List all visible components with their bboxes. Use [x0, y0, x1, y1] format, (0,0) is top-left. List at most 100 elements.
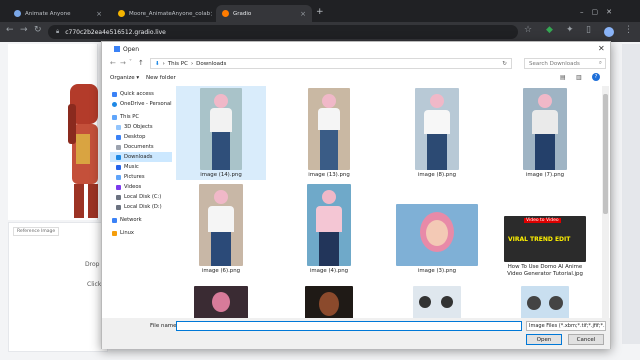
- refresh-icon[interactable]: ↻: [502, 61, 507, 67]
- tab-gradio[interactable]: Gradio ×: [216, 5, 312, 22]
- breadcrumb-downloads[interactable]: Downloads: [196, 61, 226, 67]
- file-item[interactable]: image (14).png: [176, 86, 266, 180]
- menu-icon[interactable]: ⋮: [624, 25, 633, 35]
- new-tab-button[interactable]: +: [316, 7, 326, 17]
- cancel-button[interactable]: Cancel: [568, 334, 604, 345]
- dialog-title: Open: [123, 45, 140, 53]
- thumb-viral-label: VIRAL TREND EDIT: [508, 236, 571, 243]
- file-item[interactable]: [284, 282, 374, 318]
- file-item[interactable]: image (13).png: [284, 86, 374, 179]
- close-icon[interactable]: ×: [96, 10, 102, 18]
- nav-music[interactable]: Music: [110, 162, 172, 172]
- file-thumbnail: [194, 286, 248, 318]
- file-grid: image (14).png image (13).png image (8).…: [174, 86, 602, 318]
- close-icon[interactable]: ×: [210, 10, 212, 18]
- nav-local-disk-c[interactable]: Local Disk (C:): [110, 192, 172, 202]
- network-icon: [112, 217, 117, 223]
- forward-icon[interactable]: →: [20, 25, 28, 35]
- reload-icon[interactable]: ↻: [34, 25, 42, 35]
- tab-moore-colab[interactable]: Moore_AnimateAnyone_colab ×: [112, 5, 212, 22]
- close-icon[interactable]: ✕: [598, 44, 605, 53]
- nav-label: OneDrive - Personal: [120, 101, 172, 107]
- file-name: image (7).png: [525, 172, 565, 178]
- file-item[interactable]: image (8).png: [392, 86, 482, 179]
- organize-button[interactable]: Organize ▾: [110, 75, 139, 81]
- click-text: Click: [87, 281, 102, 288]
- nav-3d-objects[interactable]: 3D Objects: [110, 122, 172, 132]
- nav-quick-access[interactable]: Quick access: [110, 89, 172, 99]
- file-thumbnail: [523, 88, 567, 170]
- robot-figure-image: [68, 84, 98, 218]
- view-options-icon[interactable]: ▤: [560, 74, 566, 81]
- search-input[interactable]: Search Downloads ⌕: [524, 58, 606, 69]
- file-item[interactable]: [500, 282, 590, 318]
- file-item[interactable]: image (3).png: [392, 182, 482, 275]
- file-item[interactable]: [176, 282, 266, 318]
- file-item[interactable]: [392, 282, 482, 318]
- file-thumbnail: [308, 88, 350, 170]
- right-panel: [622, 44, 640, 344]
- nav-pictures[interactable]: Pictures: [110, 172, 172, 182]
- new-folder-button[interactable]: New folder: [146, 75, 176, 81]
- file-type-select[interactable]: Image Files (*.xbm;*.tif;*.jfif;*.ico: [526, 321, 606, 331]
- nav-desktop[interactable]: Desktop: [110, 132, 172, 142]
- open-button[interactable]: Open: [526, 334, 562, 345]
- star-icon[interactable]: ☆: [524, 25, 532, 35]
- up-arrow-icon[interactable]: ↑: [138, 59, 144, 67]
- forward-icon[interactable]: →: [120, 59, 126, 67]
- file-thumbnail: [305, 286, 353, 318]
- nav-videos[interactable]: Videos: [110, 182, 172, 192]
- drop-text: Drop: [85, 261, 100, 268]
- nav-label: Local Disk (D:): [124, 204, 162, 210]
- lock-icon: 🔒︎: [56, 28, 60, 35]
- file-thumbnail: [521, 286, 569, 318]
- tab-label: Moore_AnimateAnyone_colab: [129, 10, 211, 17]
- preview-pane-icon[interactable]: ▥: [576, 74, 582, 81]
- window-controls[interactable]: –▢✕: [580, 8, 620, 16]
- puzzle-icon[interactable]: ✦: [566, 25, 574, 35]
- star-icon: [112, 91, 117, 97]
- back-icon[interactable]: ←: [110, 59, 116, 67]
- file-thumbnail: [413, 286, 461, 318]
- tab-favicon-icon: [14, 10, 21, 17]
- nav-label: Videos: [124, 184, 142, 190]
- nav-network[interactable]: Network: [110, 215, 172, 225]
- result-video-panel: [8, 44, 98, 220]
- nav-onedrive[interactable]: OneDrive - Personal: [110, 99, 172, 109]
- tab-animate-anyone[interactable]: Animate Anyone ×: [8, 5, 108, 22]
- url-text: c770c2b2ea4e516512.gradio.live: [65, 28, 166, 36]
- video-icon: [116, 184, 121, 190]
- drive-icon: [116, 204, 121, 210]
- address-bar[interactable]: 🔒︎ c770c2b2ea4e516512.gradio.live: [48, 25, 518, 39]
- file-name: How To Use Domo AI Anime Video Generator…: [507, 264, 583, 277]
- file-thumbnail: Video to Video VIRAL TREND EDIT: [504, 216, 586, 262]
- nav-label: 3D Objects: [124, 124, 153, 130]
- file-item[interactable]: image (6).png: [176, 182, 266, 275]
- help-icon[interactable]: ?: [592, 73, 600, 81]
- sidebar-icon[interactable]: ▯: [586, 25, 591, 35]
- file-item[interactable]: image (7).png: [500, 86, 590, 179]
- close-icon[interactable]: ×: [300, 10, 306, 18]
- nav-label: Linux: [120, 230, 134, 236]
- thumb-video-label: Video to Video: [524, 218, 561, 223]
- breadcrumb-this-pc[interactable]: This PC: [168, 61, 188, 67]
- file-item[interactable]: image (4).png: [284, 182, 374, 275]
- file-name-field[interactable]: [176, 321, 522, 331]
- chevron-down-icon[interactable]: ˅: [129, 59, 132, 66]
- breadcrumb[interactable]: ⬇ › This PC › Downloads ↻: [150, 58, 512, 69]
- avatar[interactable]: [604, 27, 614, 37]
- file-item[interactable]: Video to Video VIRAL TREND EDIT How To U…: [500, 182, 590, 278]
- back-icon[interactable]: ←: [6, 25, 14, 35]
- nav-documents[interactable]: Documents: [110, 142, 172, 152]
- scrollbar-thumb[interactable]: [603, 94, 608, 214]
- nav-this-pc[interactable]: This PC: [110, 112, 172, 122]
- cube-icon: [116, 124, 121, 130]
- tab-label: Animate Anyone: [25, 10, 71, 17]
- nav-label: Pictures: [124, 174, 145, 180]
- downloads-folder-icon: ⬇: [155, 60, 160, 67]
- nav-local-disk-d[interactable]: Local Disk (D:): [110, 202, 172, 212]
- reference-image-panel[interactable]: Reference Image Drop Click: [8, 222, 108, 352]
- nav-linux[interactable]: Linux: [110, 228, 172, 238]
- nav-downloads[interactable]: Downloads: [110, 152, 172, 162]
- extension-icon[interactable]: ◆: [546, 25, 553, 35]
